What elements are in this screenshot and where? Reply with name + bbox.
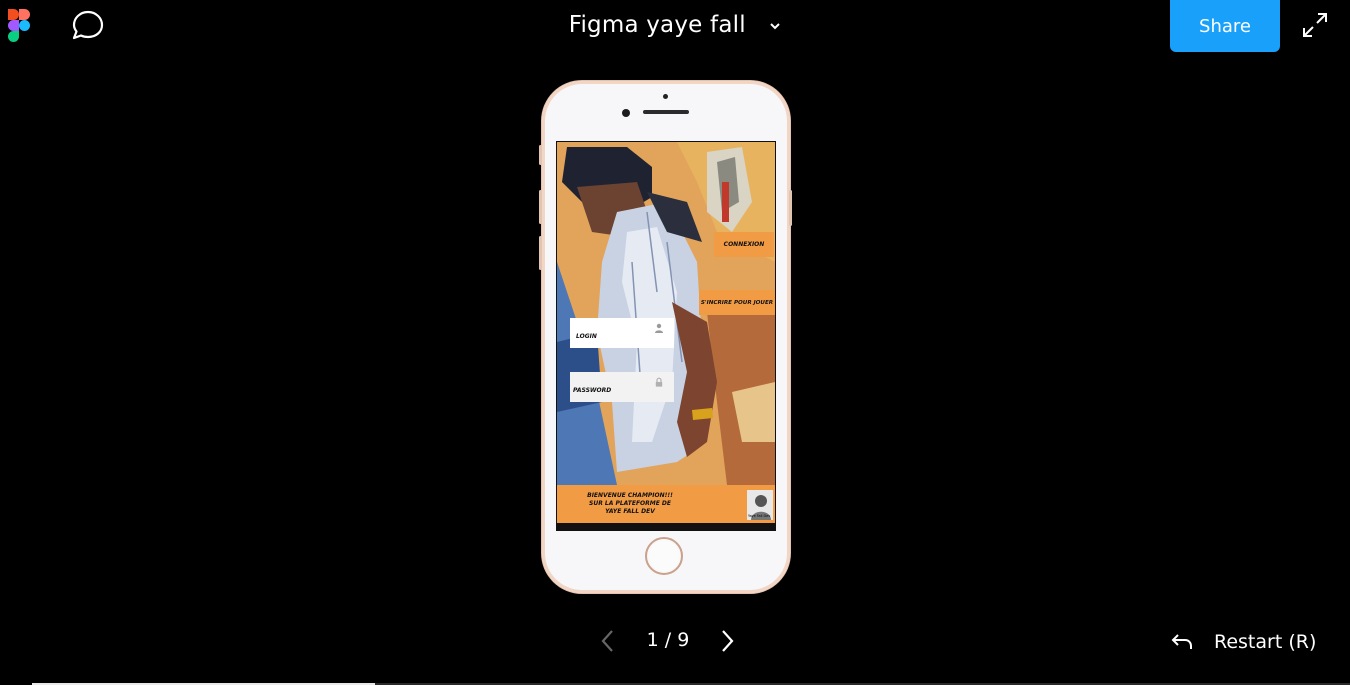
phone-volume-up (539, 190, 542, 224)
file-title: Figma yaye fall (568, 12, 746, 38)
phone-mute-switch (539, 145, 542, 165)
phone-home-button[interactable] (645, 537, 683, 575)
login-label: LOGIN (576, 333, 597, 340)
expand-icon (1303, 13, 1327, 37)
password-field[interactable]: PASSWORD (570, 372, 674, 402)
phone-sensor (663, 94, 668, 99)
badge-caption: Yaye Fall Dev (748, 514, 771, 518)
welcome-message: BIENVENUE CHAMPION!!! SUR LA PLATEFORME … (575, 492, 685, 516)
prototype-screen[interactable]: CONNEXION S'INCRIRE POUR JOUER LOGIN PAS… (556, 141, 776, 531)
welcome-banner: BIENVENUE CHAMPION!!! SUR LA PLATEFORME … (557, 485, 775, 523)
phone-power-button (789, 190, 792, 226)
undo-arrow-icon (1171, 634, 1192, 649)
welcome-line-3: YAYE FALL DEV (605, 508, 655, 515)
welcome-line-1: BIENVENUE CHAMPION!!! (587, 492, 673, 499)
restart-button[interactable]: Restart (R) (1170, 628, 1316, 656)
phone-speaker (643, 110, 689, 114)
phone-volume-down (539, 236, 542, 270)
signup-button[interactable]: S'INCRIRE POUR JOUER (699, 290, 775, 315)
connexion-button[interactable]: CONNEXION (714, 232, 774, 257)
phone-front-camera (622, 109, 630, 117)
lock-icon (655, 377, 663, 387)
welcome-line-2: SUR LA PLATEFORME DE (589, 500, 671, 507)
page-counter: 1 / 9 (646, 629, 690, 651)
comment-button[interactable] (69, 8, 107, 42)
share-button[interactable]: Share (1170, 0, 1280, 52)
next-frame-button[interactable] (715, 628, 739, 654)
fullscreen-button[interactable] (1300, 10, 1330, 40)
user-icon (655, 323, 663, 333)
password-label: PASSWORD (573, 387, 612, 394)
chevron-right-icon (722, 630, 734, 652)
chevron-left-icon (601, 630, 613, 652)
comment-bubble-icon (72, 10, 104, 40)
file-title-dropdown[interactable]: Figma yaye fall (569, 8, 782, 42)
previous-frame-button[interactable] (596, 628, 620, 654)
figma-logo-icon[interactable] (8, 9, 30, 42)
login-field[interactable]: LOGIN (570, 318, 674, 348)
brand-badge-image: Yaye Fall Dev (747, 490, 773, 520)
chevron-down-icon (770, 22, 781, 29)
restart-label: Restart (R) (1214, 631, 1317, 653)
